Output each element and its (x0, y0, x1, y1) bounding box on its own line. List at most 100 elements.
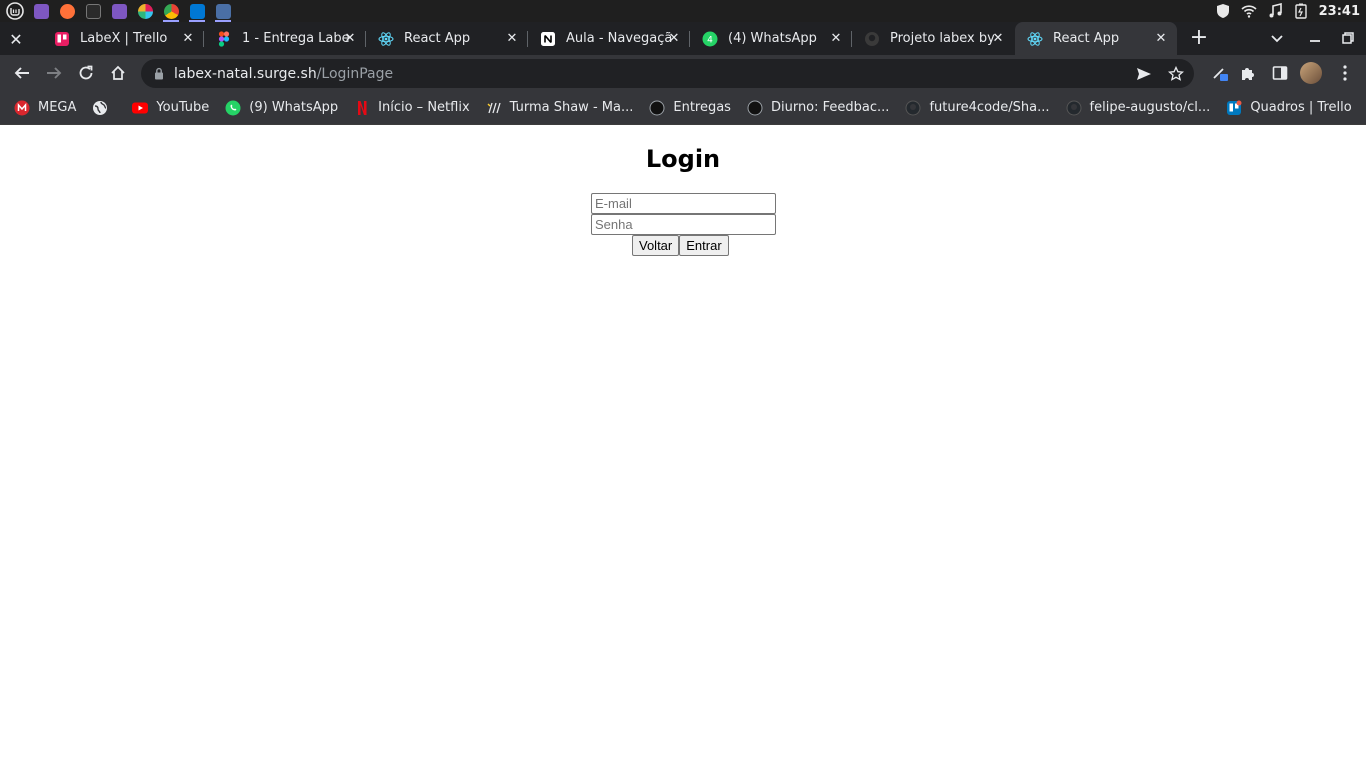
music-note-icon[interactable] (1267, 3, 1283, 19)
login-buttons: Voltar Entrar (632, 235, 729, 256)
github-icon (905, 100, 921, 116)
minimize-window-icon[interactable] (1305, 28, 1325, 48)
tab-title: React App (1053, 31, 1120, 46)
chrome-icon[interactable] (160, 0, 182, 22)
close-tab-icon[interactable]: ✕ (180, 30, 196, 46)
close-window-icon[interactable]: ✕ (6, 29, 26, 49)
url-path: /LoginPage (316, 65, 394, 82)
tab-entrega-labex[interactable]: 1 - Entrega Labe ✕ (204, 22, 366, 55)
more-menu-icon[interactable] (1336, 62, 1354, 84)
profile-avatar[interactable] (1300, 62, 1322, 84)
page-title: Login (645, 145, 721, 173)
wifi-icon[interactable] (1241, 3, 1257, 19)
tab-title: React App (404, 31, 471, 46)
bookmark-label: (9) WhatsApp (249, 100, 339, 115)
bookmark-label: Diurno: Feedbac... (770, 100, 890, 115)
extensions-puzzle-icon[interactable] (1236, 61, 1260, 85)
tab-labex-trello[interactable]: LabeX | Trello ✕ (42, 22, 204, 55)
bookmarks-bar: MEGA YouTube (9) WhatsApp Início – Netfl… (0, 91, 1366, 125)
whatsapp-icon (225, 100, 241, 116)
address-bar[interactable]: labex-natal.surge.sh/LoginPage (141, 59, 1194, 88)
tab-strip: ✕ LabeX | Trello ✕ 1 - Entrega Labe ✕ Re… (0, 22, 1366, 55)
miro-icon (486, 100, 502, 116)
react-icon (1027, 31, 1043, 47)
url-text[interactable]: labex-natal.surge.sh/LoginPage (174, 66, 393, 82)
side-panel-icon[interactable] (1268, 61, 1292, 85)
bookmark-label: MEGA (38, 100, 77, 115)
bookmark-label: Quadros | Trello (1250, 100, 1352, 115)
tab-title: 1 - Entrega Labe (242, 31, 350, 46)
close-tab-icon[interactable]: ✕ (666, 30, 682, 46)
browser-toolbar: labex-natal.surge.sh/LoginPage (0, 55, 1366, 91)
new-tab-button[interactable]: + (1188, 27, 1210, 50)
bookmark-whatsapp[interactable]: (9) WhatsApp (225, 94, 346, 122)
firefox-icon[interactable] (56, 0, 78, 22)
slack-icon[interactable] (134, 0, 156, 22)
close-tab-icon[interactable]: ✕ (342, 30, 358, 46)
github-icon (1066, 100, 1082, 116)
lock-icon[interactable] (153, 67, 165, 81)
svg-text:4: 4 (707, 35, 713, 45)
bookmark-youtube[interactable]: YouTube (132, 94, 217, 122)
home-icon[interactable] (106, 61, 130, 85)
bookmark-globe[interactable] (92, 94, 124, 122)
extension-pencil-icon[interactable] (1208, 61, 1232, 85)
tab-title: Projeto labex by (890, 31, 995, 46)
bookmark-label: YouTube (156, 100, 210, 115)
tab-title: LabeX | Trello (80, 31, 168, 46)
trello-icon (1226, 100, 1242, 116)
close-tab-icon[interactable]: ✕ (828, 30, 844, 46)
bookmark-future4code[interactable]: future4code/Sha... (905, 94, 1057, 122)
tab-aula-navegacao[interactable]: Aula - Navegaçã ✕ (528, 22, 690, 55)
battery-icon[interactable] (1293, 3, 1309, 19)
page-content: Login Voltar Entrar (0, 125, 1366, 768)
tab-whatsapp[interactable]: 4 (4) WhatsApp ✕ (690, 22, 852, 55)
bookmark-felipe-augusto[interactable]: felipe-augusto/cl... (1066, 94, 1219, 122)
back-button[interactable]: Voltar (632, 235, 680, 256)
bookmark-mega[interactable]: MEGA (14, 94, 84, 122)
terminal-icon[interactable] (82, 0, 104, 22)
close-tab-icon[interactable]: ✕ (1153, 30, 1169, 46)
files-icon[interactable] (108, 0, 130, 22)
close-tab-icon[interactable]: ✕ (504, 30, 520, 46)
app-icon[interactable] (212, 0, 234, 22)
bookmark-entregas[interactable]: Entregas (649, 94, 739, 122)
circle-icon (649, 100, 665, 116)
bookmark-turma-shaw[interactable]: Turma Shaw - Ma... (486, 94, 642, 122)
tab-title: Aula - Navegaçã (566, 31, 673, 46)
close-tab-icon[interactable]: ✕ (990, 30, 1006, 46)
vscode-icon[interactable] (186, 0, 208, 22)
notion-icon (540, 31, 556, 47)
netflix-icon (354, 100, 370, 116)
mega-icon (14, 100, 30, 116)
submit-button[interactable]: Entrar (679, 235, 729, 256)
tab-react-app[interactable]: React App ✕ (366, 22, 528, 55)
bookmark-diurno-feedback[interactable]: Diurno: Feedbac... (747, 94, 897, 122)
globe-icon (92, 100, 108, 116)
tab-projeto-labex[interactable]: Projeto labex by ✕ (852, 22, 1014, 55)
tab-title: (4) WhatsApp (728, 31, 817, 46)
mint-menu-icon[interactable] (4, 0, 26, 22)
bookmark-quadros-trello[interactable]: Quadros | Trello (1226, 94, 1359, 122)
email-field[interactable] (591, 193, 776, 214)
tab-search-chevron-icon[interactable] (1266, 28, 1288, 50)
bookmark-label: Entregas (673, 100, 731, 115)
whatsapp-icon: 4 (702, 31, 718, 47)
password-field[interactable] (591, 214, 776, 235)
bookmark-label: felipe-augusto/cl... (1089, 100, 1211, 115)
forward-arrow-icon[interactable] (42, 61, 66, 85)
bookmark-label: Início – Netflix (378, 100, 470, 115)
workspace-icon[interactable] (30, 0, 52, 22)
reload-icon[interactable] (74, 61, 98, 85)
shield-icon[interactable] (1215, 3, 1231, 19)
bookmark-star-icon[interactable] (1166, 64, 1186, 84)
bookmark-label: future4code/Sha... (929, 100, 1050, 115)
restore-window-icon[interactable] (1338, 28, 1358, 48)
bookmark-netflix[interactable]: Início – Netflix (354, 94, 477, 122)
send-to-devices-icon[interactable] (1134, 64, 1154, 84)
clock[interactable]: 23:41 (1319, 4, 1360, 19)
url-host: labex-natal.surge.sh (174, 65, 317, 82)
tab-react-app-active[interactable]: React App ✕ (1015, 22, 1177, 55)
back-arrow-icon[interactable] (10, 61, 34, 85)
react-icon (378, 31, 394, 47)
